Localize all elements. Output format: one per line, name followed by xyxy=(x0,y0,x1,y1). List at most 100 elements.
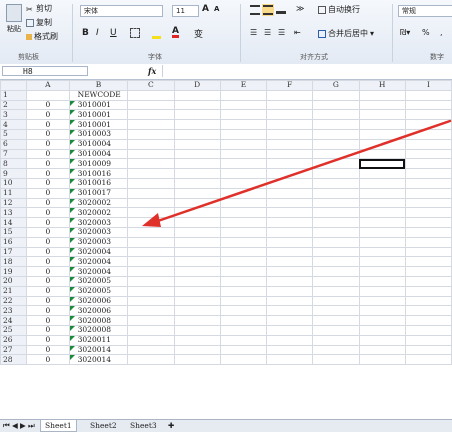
cell-i[interactable] xyxy=(404,275,452,287)
align-left-button[interactable]: ☰ xyxy=(250,28,257,37)
cell-b[interactable]: 3010017 xyxy=(68,187,129,199)
cell-a[interactable]: 0 xyxy=(26,256,70,268)
cell-h[interactable] xyxy=(358,207,406,219)
cell-g[interactable] xyxy=(312,236,360,248)
cell-c[interactable] xyxy=(127,236,175,248)
fx-icon[interactable]: fx xyxy=(148,66,156,76)
cell-f[interactable] xyxy=(266,217,314,228)
cell-g[interactable] xyxy=(312,109,360,121)
cell-d[interactable] xyxy=(173,207,221,219)
cell-i[interactable] xyxy=(404,99,452,111)
column-header-c[interactable]: C xyxy=(127,80,175,91)
cell-b[interactable]: 3020002 xyxy=(68,197,129,209)
cell-e[interactable] xyxy=(219,109,268,121)
cell-b[interactable]: 3010001 xyxy=(68,99,129,111)
cell-d[interactable] xyxy=(173,168,221,179)
cell-e[interactable] xyxy=(219,148,268,160)
row-header[interactable]: 10 xyxy=(0,177,28,189)
cell-h[interactable] xyxy=(358,187,406,199)
cell-d[interactable] xyxy=(173,285,221,297)
row-header[interactable]: 26 xyxy=(0,334,28,346)
wrap-text-button[interactable]: 自动换行 xyxy=(318,4,360,15)
select-all-corner[interactable] xyxy=(0,80,28,91)
cell-i[interactable] xyxy=(404,177,452,189)
cell-f[interactable] xyxy=(266,168,314,179)
worksheet-table[interactable]: A B C D E F G H I 1 NEWCODE 2 0 3010001 3 0 301… xyxy=(0,80,452,366)
cell-i[interactable] xyxy=(404,236,452,248)
cell-g[interactable] xyxy=(312,334,360,346)
font-size-select[interactable]: 11 xyxy=(172,5,199,17)
cell-c[interactable] xyxy=(127,168,175,179)
cell-e[interactable] xyxy=(219,334,268,346)
cell-c[interactable] xyxy=(127,275,175,287)
cell-e[interactable] xyxy=(219,217,268,228)
cell-e[interactable] xyxy=(219,256,268,268)
cell-h[interactable] xyxy=(358,344,406,356)
cell-a[interactable]: 0 xyxy=(26,354,70,366)
row-header[interactable]: 1 xyxy=(0,89,28,101)
cell-g[interactable] xyxy=(312,266,360,277)
cell-d[interactable] xyxy=(173,344,221,356)
cell-d[interactable] xyxy=(173,99,221,111)
cell-b[interactable]: 3020004 xyxy=(68,266,129,277)
cell-i[interactable] xyxy=(404,285,452,297)
sheet-tab-1[interactable]: Sheet1 xyxy=(40,420,77,432)
cell-i[interactable] xyxy=(404,324,452,336)
cell-d[interactable] xyxy=(173,138,221,150)
cell-d[interactable] xyxy=(173,354,221,366)
cell-h[interactable] xyxy=(358,119,406,130)
cell-b[interactable]: 3010001 xyxy=(68,109,129,121)
cell-e[interactable] xyxy=(219,236,268,248)
cell-g[interactable] xyxy=(312,217,360,228)
cell-f[interactable] xyxy=(266,99,314,111)
cell-f[interactable] xyxy=(266,344,314,356)
row-header[interactable]: 13 xyxy=(0,207,28,219)
cell-e[interactable] xyxy=(219,89,268,101)
cell-i[interactable] xyxy=(404,89,452,101)
cell-b[interactable]: 3020014 xyxy=(68,354,129,366)
cell-d[interactable] xyxy=(173,246,221,258)
cell-g[interactable] xyxy=(312,324,360,336)
shrink-font-button[interactable]: A xyxy=(214,5,219,13)
row-header[interactable]: 24 xyxy=(0,315,28,326)
cell-c[interactable] xyxy=(127,305,175,317)
cell-a[interactable]: 0 xyxy=(26,148,70,160)
cell-a[interactable]: 0 xyxy=(26,246,70,258)
column-header-f[interactable]: F xyxy=(266,80,314,91)
cell-g[interactable] xyxy=(312,168,360,179)
cell-f[interactable] xyxy=(266,197,314,209)
cell-g[interactable] xyxy=(312,187,360,199)
align-right-button[interactable]: ☰ xyxy=(278,28,285,37)
cell-b[interactable]: 3010004 xyxy=(68,148,129,160)
cell-e[interactable] xyxy=(219,99,268,111)
row-header[interactable]: 8 xyxy=(0,158,28,170)
decrease-indent-button[interactable]: ⇤ xyxy=(294,28,301,37)
cell-h[interactable] xyxy=(358,138,406,150)
cell-g[interactable] xyxy=(312,197,360,209)
number-format-select[interactable]: 常规 xyxy=(398,5,452,17)
cell-b[interactable]: 3020005 xyxy=(68,275,129,287)
cell-i[interactable] xyxy=(404,148,452,160)
cell-f[interactable] xyxy=(266,138,314,150)
insert-sheet-icon[interactable]: ✚ xyxy=(164,420,178,431)
cell-h[interactable] xyxy=(358,295,406,307)
cell-f[interactable] xyxy=(266,305,314,317)
cell-d[interactable] xyxy=(173,119,221,130)
cell-h[interactable] xyxy=(358,236,406,248)
cell-h[interactable] xyxy=(358,109,406,121)
cell-a[interactable]: 0 xyxy=(26,334,70,346)
cell-c[interactable] xyxy=(127,197,175,209)
cell-g[interactable] xyxy=(312,344,360,356)
sheet-tab-3[interactable]: Sheet3 xyxy=(126,420,161,431)
align-top-button[interactable] xyxy=(250,5,260,15)
cell-a[interactable]: 0 xyxy=(26,168,70,179)
format-painter-button[interactable]: 格式刷 xyxy=(26,31,58,42)
cell-b[interactable]: 3010004 xyxy=(68,138,129,150)
font-color-button[interactable]: A xyxy=(172,27,179,38)
active-cell[interactable] xyxy=(358,158,406,170)
cell-h[interactable] xyxy=(358,128,406,140)
cell-i[interactable] xyxy=(404,256,452,268)
cell-g[interactable] xyxy=(312,138,360,150)
cell-g[interactable] xyxy=(312,226,360,238)
cell-d[interactable] xyxy=(173,187,221,199)
